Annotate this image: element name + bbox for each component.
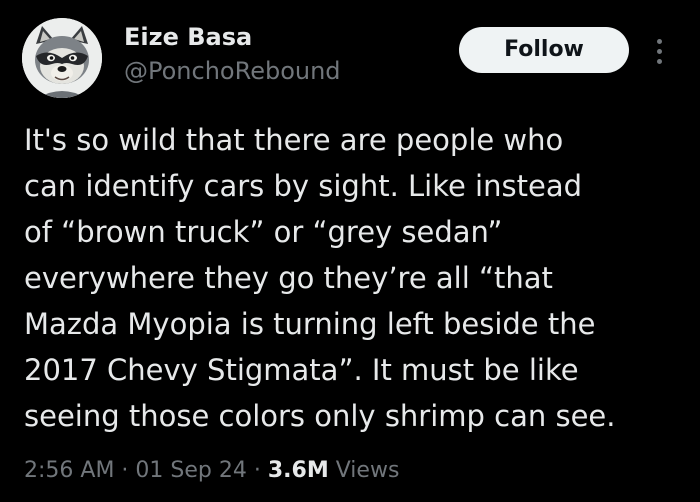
more-dot [657, 39, 662, 44]
raccoon-avatar-icon[interactable] [22, 18, 102, 98]
author-display-name[interactable]: Eize Basa [124, 22, 252, 52]
tweet-meta: 2:56 AM · 01 Sep 24 · 3.6M Views [24, 456, 399, 486]
views-label[interactable]: Views [336, 458, 400, 483]
follow-button[interactable]: Follow [459, 27, 629, 73]
views-count[interactable]: 3.6M [268, 458, 329, 483]
tweet-text-line: seeing those colors only shrimp can see. [24, 399, 616, 433]
tweet-text-line: Mazda Myopia is turning left beside the [24, 307, 596, 341]
tweet-text-line: everywhere they go they’re all “that [24, 261, 553, 295]
more-dot [657, 59, 662, 64]
meta-separator: · [114, 458, 136, 483]
author-handle[interactable]: @PonchoRebound [124, 56, 341, 86]
meta-separator: · [246, 458, 268, 483]
tweet-text-line: 2017 Chevy Stigmata”. It must be like [24, 353, 579, 387]
tweet-card: Eize Basa @PonchoRebound Follow It's so … [0, 0, 700, 502]
tweet-text-line: can identify cars by sight. Like instead [24, 169, 582, 203]
tweet-text: It's so wild that there are people who c… [24, 117, 684, 439]
tweet-date[interactable]: 01 Sep 24 [135, 458, 246, 483]
more-dot [657, 49, 662, 54]
tweet-time[interactable]: 2:56 AM [24, 458, 114, 483]
tweet-text-line: of “brown truck” or “grey sedan” [24, 215, 503, 249]
more-options-icon[interactable] [650, 36, 670, 66]
tweet-text-line: It's so wild that there are people who [24, 123, 564, 157]
